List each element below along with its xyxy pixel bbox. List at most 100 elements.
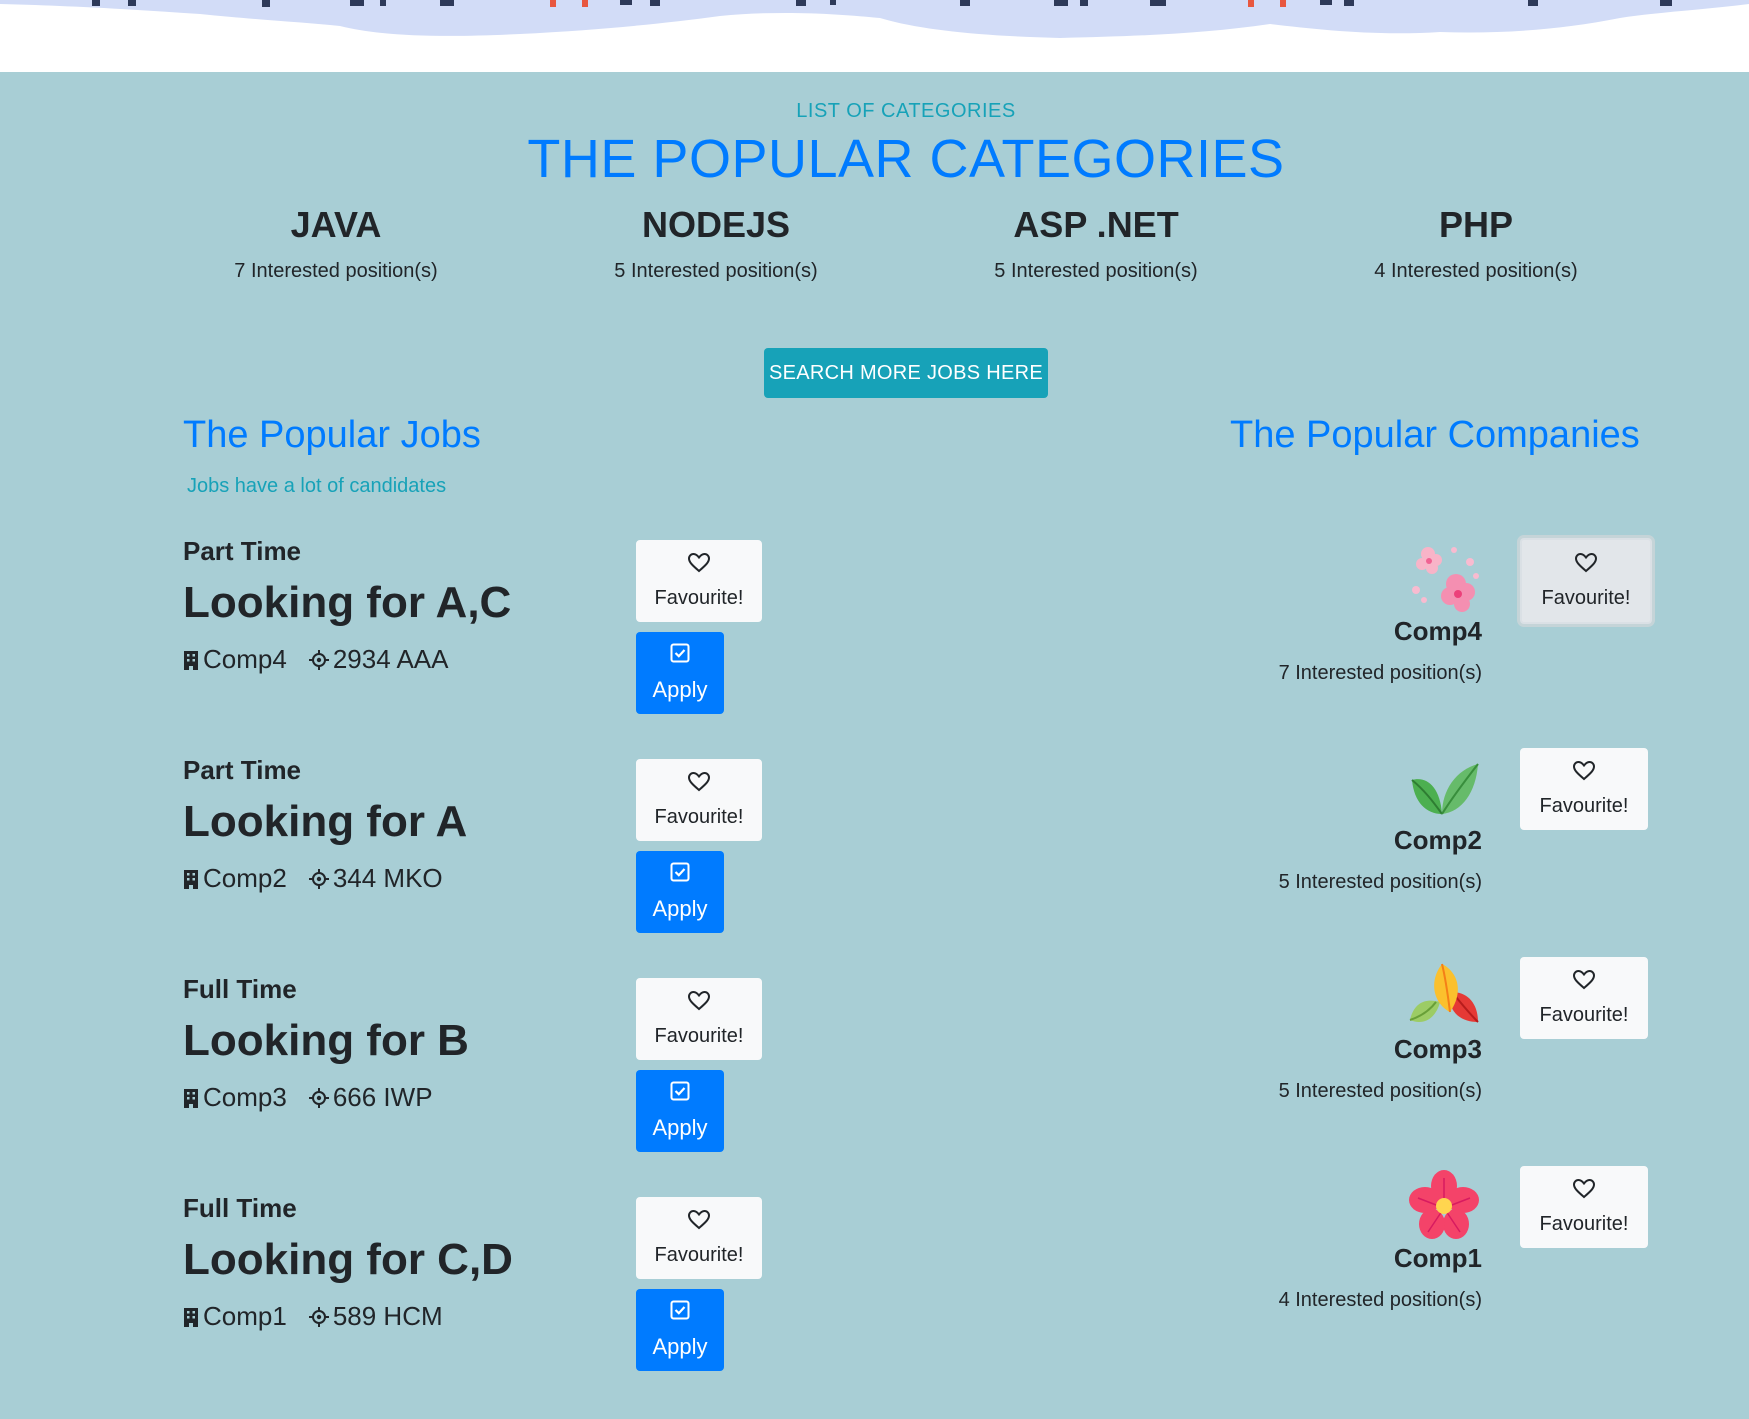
company-count: 4 Interested position(s) [1278,1289,1482,1311]
company-name[interactable]: Comp2 [1242,825,1482,856]
company-favourite-button[interactable]: Favourite! [1520,748,1648,830]
check-square-icon [670,1300,690,1326]
location-crosshair-icon [308,649,329,670]
company-count: 7 Interested position(s) [1278,662,1482,684]
company-item: Comp1 [1242,1243,1482,1274]
job-location: 344 MKO [332,863,443,893]
heart-icon [687,771,711,798]
job-favourite-button[interactable]: Favourite! [636,540,762,622]
building-icon [183,1088,199,1108]
job-company: Comp1 [203,1301,287,1331]
heart-icon [687,1209,711,1236]
job-company: Comp3 [203,1082,287,1112]
pink-flower-icon [1406,1168,1482,1244]
building-icon [183,650,199,670]
job-meta: Comp2 344 MKO [183,863,443,894]
job-apply-button[interactable]: Apply [636,851,724,933]
popular-jobs-subtitle: Jobs have a lot of candidates [187,475,447,497]
job-location: 589 HCM [332,1301,443,1331]
apply-label: Apply [652,1115,708,1140]
hero-banner-illustration [0,0,1749,72]
company-name[interactable]: Comp3 [1242,1034,1482,1065]
favourite-label: Favourite! [1539,794,1629,817]
company-name[interactable]: Comp1 [1242,1243,1482,1274]
favourite-label: Favourite! [654,1024,744,1047]
check-square-icon [670,643,690,669]
heart-icon [687,990,711,1017]
job-title-link[interactable]: Looking for C,D [183,1235,513,1285]
category-count: 5 Interested position(s) [614,260,818,282]
heart-icon [687,552,711,579]
category-name: JAVA [290,204,382,245]
job-apply-button[interactable]: Apply [636,1289,724,1371]
company-item: Comp3 [1242,1034,1482,1065]
crowd-illustration [0,0,1749,38]
job-type: Part Time [183,536,302,566]
job-title-link[interactable]: Looking for A [183,797,467,847]
apply-label: Apply [652,677,708,702]
job-favourite-button[interactable]: Favourite! [636,759,762,841]
heart-icon [1574,552,1598,579]
company-count: 5 Interested position(s) [1278,871,1482,893]
job-title-link[interactable]: Looking for B [183,1016,469,1066]
job-favourite-button[interactable]: Favourite! [636,978,762,1060]
search-more-jobs-button[interactable]: SEARCH MORE JOBS HERE [764,348,1048,398]
favourite-label: Favourite! [654,586,744,609]
job-meta: Comp3 666 IWP [183,1082,433,1113]
job-item: Part Time [183,755,301,786]
heart-icon [1572,969,1596,996]
job-favourite-button[interactable]: Favourite! [636,1197,762,1279]
job-item: Full Time [183,1193,297,1224]
company-item: Comp2 [1242,825,1482,856]
check-square-icon [670,862,690,888]
category-name: NODEJS [641,204,791,245]
categories-kicker: LIST OF CATEGORIES [796,100,1016,122]
company-name[interactable]: Comp4 [1242,616,1482,647]
category-java[interactable]: JAVA 7 Interested position(s) [146,204,526,283]
category-name: PHP [1438,204,1514,245]
company-count-wrap: 4 Interested position(s) [1242,1289,1482,1312]
favourite-label: Favourite! [654,805,744,828]
job-item: Part Time [183,536,301,567]
heart-icon [1572,1178,1596,1205]
location-crosshair-icon [308,1306,329,1327]
category-php[interactable]: PHP 4 Interested position(s) [1286,204,1666,283]
heart-icon [1572,760,1596,787]
company-count-wrap: 5 Interested position(s) [1242,871,1482,894]
company-count-wrap: 5 Interested position(s) [1242,1080,1482,1103]
apply-label: Apply [652,1334,708,1359]
company-item: Comp4 [1242,616,1482,647]
job-type: Full Time [183,1193,297,1223]
category-count: 5 Interested position(s) [994,260,1198,282]
favourite-label: Favourite! [1541,586,1631,609]
categories-title: THE POPULAR CATEGORIES [527,129,1285,189]
location-crosshair-icon [308,868,329,889]
job-company: Comp4 [203,644,287,674]
location-crosshair-icon [308,1087,329,1108]
job-apply-button[interactable]: Apply [636,632,724,714]
company-favourite-button[interactable]: Favourite! [1520,957,1648,1039]
favourite-label: Favourite! [1539,1003,1629,1026]
building-icon [183,1307,199,1327]
category-name: ASP .NET [1013,204,1179,245]
check-square-icon [670,1081,690,1107]
popular-jobs-title: The Popular Jobs [183,414,481,456]
job-location: 2934 AAA [332,644,449,674]
category-asp-net[interactable]: ASP .NET 5 Interested position(s) [906,204,1286,283]
category-count: 4 Interested position(s) [1374,260,1578,282]
company-favourite-button[interactable]: Favourite! [1520,1166,1648,1248]
company-count: 5 Interested position(s) [1278,1080,1482,1102]
job-apply-button[interactable]: Apply [636,1070,724,1152]
company-favourite-button[interactable]: Favourite! [1520,538,1652,624]
job-type: Part Time [183,755,302,785]
apply-label: Apply [652,896,708,921]
job-meta: Comp4 2934 AAA [183,644,448,675]
job-item: Full Time [183,974,297,1005]
job-title-link[interactable]: Looking for A,C [183,578,511,628]
company-count-wrap: 7 Interested position(s) [1242,662,1482,685]
favourite-label: Favourite! [654,1243,744,1266]
building-icon [183,869,199,889]
job-meta: Comp1 589 HCM [183,1301,443,1332]
category-nodejs[interactable]: NODEJS 5 Interested position(s) [526,204,906,283]
cherry-blossom-icon [1406,540,1482,616]
